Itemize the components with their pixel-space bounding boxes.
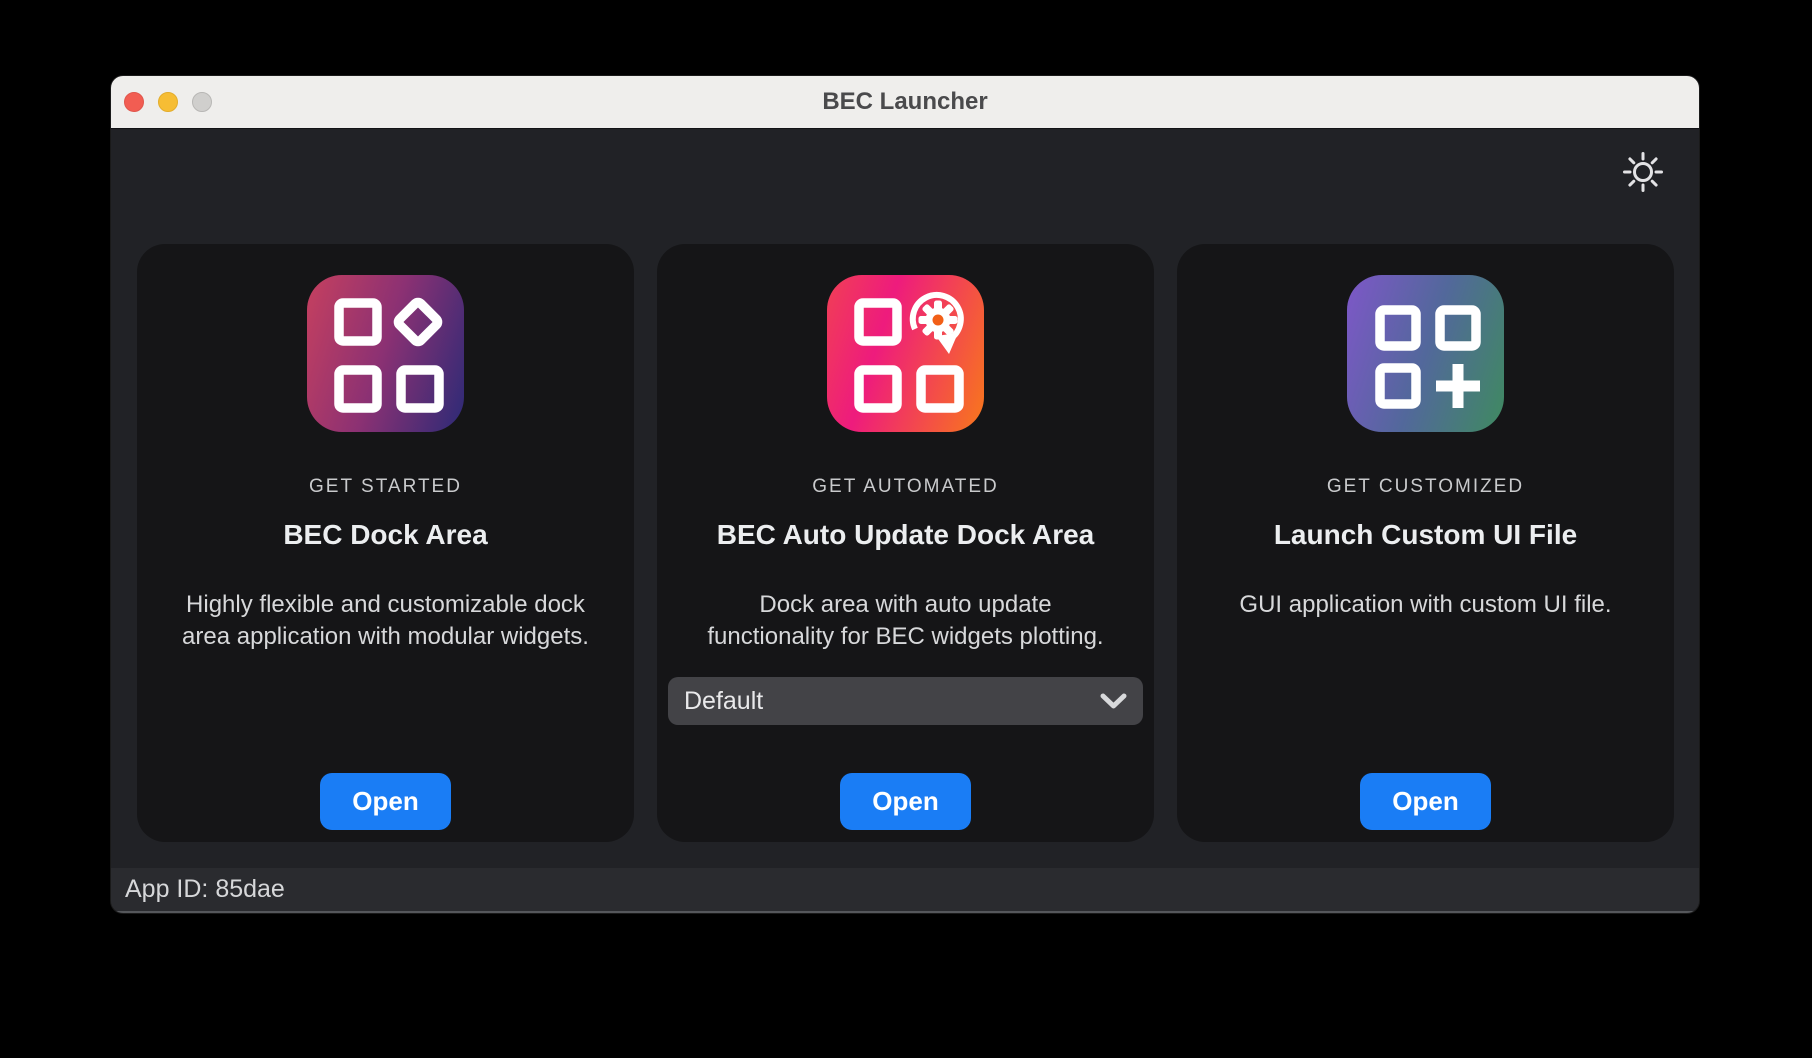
card-eyebrow: GET STARTED: [309, 476, 462, 498]
desktop-background: BEC Launcher: [0, 0, 1812, 1058]
app-id-label: App ID: 85dae: [125, 875, 285, 904]
window-title: BEC Launcher: [822, 88, 987, 116]
card-title: BEC Auto Update Dock Area: [717, 519, 1095, 551]
chevron-down-icon: [1100, 693, 1127, 710]
open-auto-update-button[interactable]: Open: [840, 773, 971, 830]
config-select-value: Default: [684, 687, 1100, 716]
fullscreen-button[interactable]: [192, 92, 212, 112]
card-title: BEC Dock Area: [283, 519, 487, 551]
status-bar: App ID: 85dae: [111, 868, 1699, 913]
theme-toggle-button[interactable]: [1620, 149, 1666, 195]
auto-update-app-icon: [827, 275, 984, 432]
sun-icon: [1621, 150, 1665, 194]
card-launch-custom-ui: GET CUSTOMIZED Launch Custom UI File GUI…: [1177, 244, 1674, 842]
config-select[interactable]: Default: [668, 677, 1143, 725]
gear-glyph: [913, 295, 961, 354]
open-dock-area-button[interactable]: Open: [320, 773, 451, 830]
main-content: GET STARTED BEC Dock Area Highly flexibl…: [111, 129, 1699, 868]
close-button[interactable]: [124, 92, 144, 112]
launcher-cards: GET STARTED BEC Dock Area Highly flexibl…: [137, 244, 1674, 842]
plus-glyph: [1436, 364, 1480, 408]
card-eyebrow: GET CUSTOMIZED: [1327, 476, 1524, 498]
bec-launcher-window: BEC Launcher: [111, 76, 1699, 913]
minimize-button[interactable]: [158, 92, 178, 112]
card-bec-dock-area: GET STARTED BEC Dock Area Highly flexibl…: [137, 244, 634, 842]
card-description: GUI application with custom UI file.: [1239, 589, 1611, 621]
custom-ui-app-icon: [1347, 275, 1504, 432]
dock-area-app-icon: [307, 275, 464, 432]
traffic-lights: [124, 76, 212, 128]
card-description: Highly flexible and customizable dock ar…: [182, 589, 589, 653]
card-bec-auto-update: GET AUTOMATED BEC Auto Update Dock Area …: [657, 244, 1154, 842]
card-description: Dock area with auto update functionality…: [707, 589, 1103, 653]
open-custom-ui-button[interactable]: Open: [1360, 773, 1491, 830]
titlebar[interactable]: BEC Launcher: [111, 76, 1699, 129]
card-eyebrow: GET AUTOMATED: [812, 476, 998, 498]
card-title: Launch Custom UI File: [1274, 519, 1577, 551]
